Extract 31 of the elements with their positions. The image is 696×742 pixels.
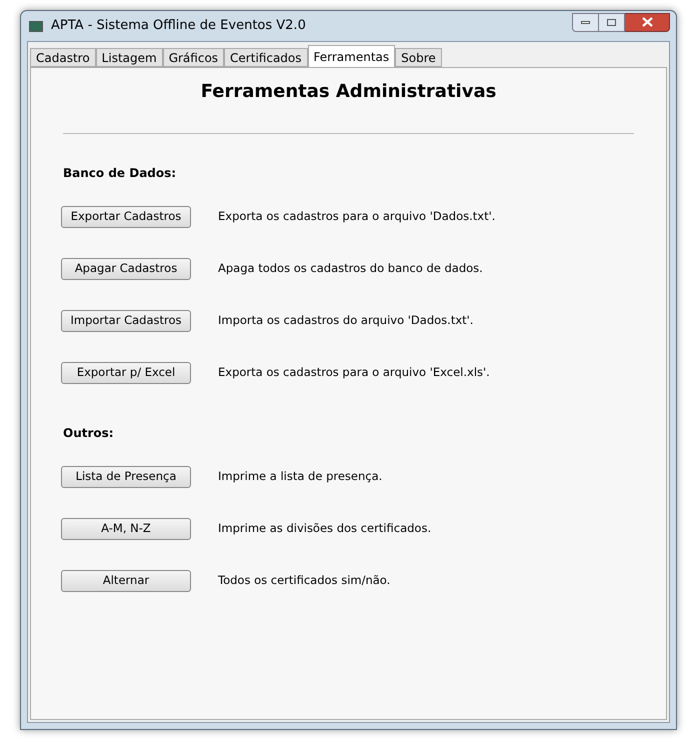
close-button[interactable]	[625, 12, 670, 32]
tab[interactable]: Gráficos	[162, 48, 224, 67]
maximize-icon	[607, 18, 616, 26]
minimize-button[interactable]	[572, 12, 599, 32]
tab[interactable]: Cadastro	[30, 48, 96, 67]
action-description: Apaga todos os cadastros do banco de dados.	[218, 260, 483, 278]
section-title: Outros:	[63, 425, 115, 442]
app-icon	[29, 20, 43, 32]
action-description: Imprime as divisões dos certificados.	[218, 520, 432, 538]
minimize-icon	[581, 20, 590, 24]
tab[interactable]: Ferramentas	[308, 45, 396, 67]
heading: Ferramentas Administrativas	[200, 80, 498, 104]
maximize-button[interactable]	[599, 12, 625, 32]
window-title: APTA - Sistema Offline de Eventos V2.0	[51, 17, 306, 36]
action-button[interactable]: Lista de Presença	[61, 466, 191, 488]
action-button[interactable]: A-M, N-Z	[61, 518, 191, 540]
action-description: Exporta os cadastros para o arquivo 'Dados.txt'.	[218, 208, 496, 226]
tab[interactable]: Sobre	[395, 48, 442, 67]
action-description: Todos os certificados sim/não.	[218, 572, 390, 590]
action-description: Importa os cadastros do arquivo 'Dados.txt'.	[218, 312, 474, 330]
action-button[interactable]: Apagar Cadastros	[61, 258, 191, 280]
action-description: Exporta os cadastros para o arquivo 'Excel.xls'.	[218, 364, 490, 382]
section-title: Banco de Dados:	[63, 165, 178, 182]
action-button[interactable]: Exportar p/ Excel	[61, 362, 191, 384]
close-icon	[642, 17, 652, 27]
action-button[interactable]: Exportar Cadastros	[61, 206, 191, 228]
action-button[interactable]: Importar Cadastros	[61, 310, 191, 332]
tab[interactable]: Listagem	[96, 48, 163, 67]
tab[interactable]: Certificados	[224, 48, 308, 67]
action-button[interactable]: Alternar	[61, 570, 191, 592]
action-description: Imprime a lista de presença.	[218, 468, 382, 486]
